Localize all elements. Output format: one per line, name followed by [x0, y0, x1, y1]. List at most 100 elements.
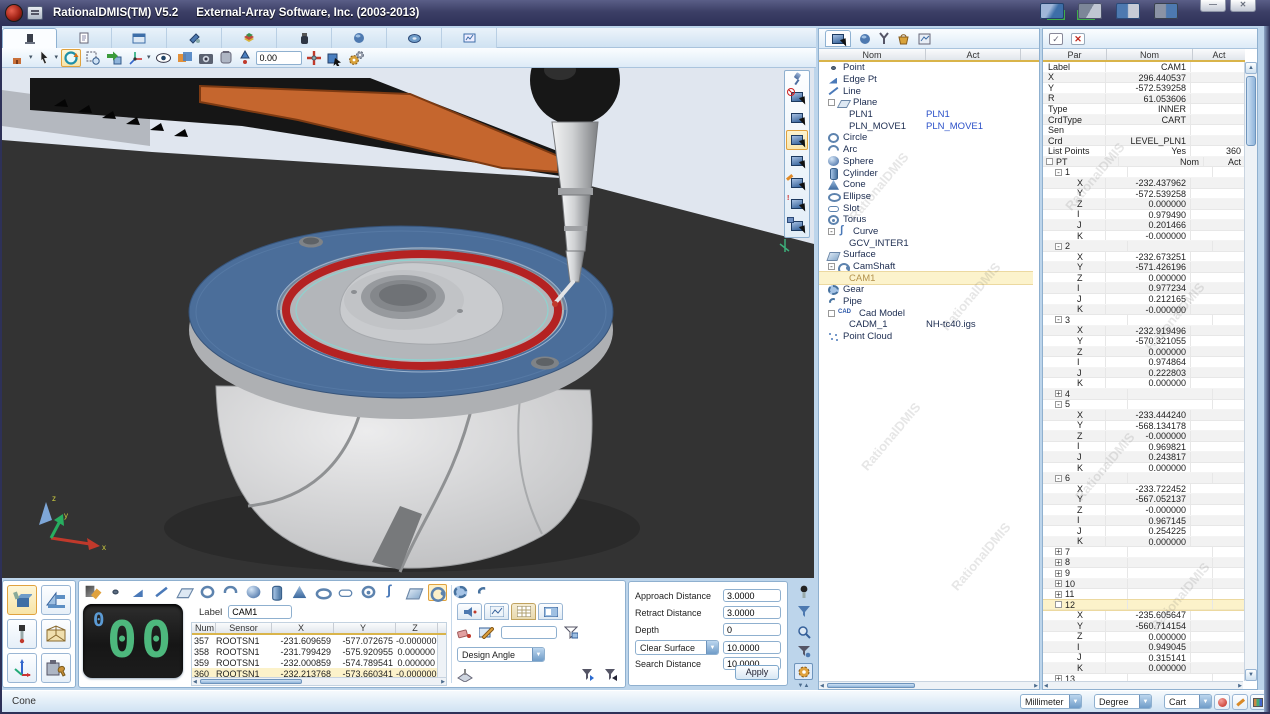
tab-disc[interactable] — [387, 28, 442, 48]
scroll-right-icon[interactable]: ▶ — [1238, 683, 1242, 689]
render-mode-button[interactable] — [176, 49, 194, 67]
property-row[interactable]: I 0.967145 — [1043, 516, 1245, 527]
depth-input[interactable] — [723, 623, 781, 636]
apply-button[interactable]: Apply — [735, 665, 779, 680]
scroll-thumb[interactable] — [1246, 76, 1256, 146]
point-expander[interactable]: - — [1055, 243, 1062, 250]
angle-unit-select[interactable]: Degree ▼ — [1094, 694, 1152, 709]
points-hscrollbar[interactable]: ◀▶ — [192, 677, 446, 685]
home-dropdown-caret[interactable]: ▾ — [29, 49, 33, 67]
tree-item[interactable]: Sphere — [819, 156, 1033, 168]
tree-item[interactable]: CAM1 — [819, 272, 1033, 284]
scroll-right-icon[interactable]: ▶ — [441, 679, 445, 685]
property-row[interactable]: 12 — [1043, 600, 1245, 611]
property-row[interactable]: + 9 — [1043, 568, 1245, 579]
tab-sensor[interactable] — [222, 28, 277, 48]
settings-button[interactable] — [794, 663, 813, 680]
import-model-button[interactable] — [105, 49, 123, 67]
point-expander[interactable]: - — [1055, 169, 1062, 176]
property-row[interactable]: J 0.222803 — [1043, 368, 1245, 379]
scroll-left-icon[interactable]: ◀ — [820, 683, 824, 689]
property-row[interactable]: + 13 — [1043, 674, 1245, 681]
property-row[interactable]: PT Nom Act — [1043, 157, 1245, 168]
probe-mode-active-button[interactable] — [786, 130, 808, 151]
snapshot-button[interactable] — [197, 49, 215, 67]
tree-item[interactable]: Ellipse — [819, 191, 1033, 203]
point-filter-input[interactable] — [501, 626, 557, 639]
line-button[interactable] — [152, 584, 171, 601]
point-row[interactable]: 359 ROOTSN1 -232.000859 -574.789541 0.00… — [192, 657, 446, 668]
col-y[interactable]: Y — [334, 623, 396, 633]
property-row[interactable]: Y -572.539258 — [1043, 189, 1245, 200]
property-row[interactable]: List Points Yes 360 — [1043, 146, 1245, 157]
cad-sheet-icon[interactable] — [918, 33, 931, 45]
scroll-thumb[interactable] — [200, 679, 302, 684]
tree-expander[interactable] — [828, 99, 835, 106]
tree-expander[interactable] — [828, 310, 835, 317]
circle-button[interactable] — [198, 584, 217, 601]
property-row[interactable]: I 0.979490 — [1043, 210, 1245, 221]
coordinate-system-button[interactable] — [7, 653, 37, 683]
machine-axis-button[interactable] — [126, 49, 144, 67]
props-col-par[interactable]: Par — [1043, 49, 1107, 60]
property-row[interactable]: K 0.000000 — [1043, 537, 1245, 548]
props-hscrollbar[interactable]: ◀▶ — [1043, 681, 1243, 689]
torus-button[interactable] — [359, 584, 378, 601]
edit-table-icon[interactable] — [479, 627, 494, 639]
tree-item[interactable]: Cone — [819, 179, 1033, 191]
property-row[interactable]: - 5 — [1043, 400, 1245, 411]
property-row[interactable]: Y -572.539258 — [1043, 83, 1245, 94]
dropdown-icon[interactable]: ▼ — [1199, 695, 1211, 708]
probe-head-button[interactable] — [794, 583, 813, 600]
stock-box-button[interactable] — [41, 619, 71, 649]
view-eye-button[interactable] — [154, 49, 173, 67]
property-row[interactable]: J 0.201466 — [1043, 220, 1245, 231]
magnify-button[interactable] — [794, 623, 813, 640]
cone-button[interactable] — [290, 584, 309, 601]
tab-report[interactable] — [442, 28, 497, 48]
device-connect-icon[interactable] — [1154, 3, 1178, 19]
property-row[interactable]: I 0.969821 — [1043, 442, 1245, 453]
props-col-nom[interactable]: Nom — [1107, 49, 1193, 60]
tree-item[interactable]: Line — [819, 85, 1033, 97]
props-vscrollbar[interactable]: ▲ ▼ — [1244, 62, 1257, 681]
ellipse-button[interactable] — [313, 584, 332, 601]
point-expander[interactable] — [1046, 158, 1053, 165]
sphere-filter-icon[interactable] — [859, 33, 871, 45]
property-row[interactable]: K -0.000000 — [1043, 305, 1245, 316]
tab-point-list[interactable] — [511, 603, 536, 620]
property-row[interactable]: Y -567.052137 — [1043, 494, 1245, 505]
probe-mode-alert-button[interactable]: ! — [786, 194, 808, 214]
property-row[interactable]: Crd LEVEL_PLN1 — [1043, 136, 1245, 147]
property-row[interactable]: X -232.437962 — [1043, 178, 1245, 189]
settings-gears-button[interactable] — [347, 49, 366, 67]
property-row[interactable]: + 8 — [1043, 558, 1245, 569]
zoom-window-button[interactable] — [84, 49, 102, 67]
pick-element-button[interactable] — [326, 49, 344, 67]
tree-expander[interactable]: - — [828, 228, 835, 235]
property-row[interactable]: R 61.053606 — [1043, 94, 1245, 105]
retract-distance-input[interactable] — [723, 606, 781, 619]
tree-item[interactable]: Cylinder — [819, 167, 1033, 179]
viewport-3d[interactable]: x y z — [2, 68, 814, 578]
property-row[interactable]: Z 0.000000 — [1043, 632, 1245, 643]
tree-item[interactable]: Pipe — [819, 296, 1033, 308]
property-row[interactable]: - 6 — [1043, 473, 1245, 484]
label-input[interactable] — [228, 605, 292, 619]
rotate-view-button[interactable] — [61, 49, 81, 67]
point-button[interactable] — [106, 584, 125, 601]
camshaft-button[interactable] — [428, 584, 447, 601]
probe-plane-icon[interactable] — [457, 669, 473, 682]
property-row[interactable]: CrdType CART — [1043, 115, 1245, 126]
align-clamp-button[interactable] — [41, 585, 71, 615]
tab-sphere[interactable] — [332, 28, 387, 48]
property-row[interactable]: + 4 — [1043, 389, 1245, 400]
tree-expander[interactable]: - — [828, 263, 835, 270]
tree-col-act[interactable]: Act — [926, 49, 1021, 60]
dropdown-icon[interactable]: ▼ — [1069, 695, 1081, 708]
delete-feature-icon[interactable]: ✕ — [1071, 33, 1085, 45]
property-row[interactable]: K 0.000000 — [1043, 463, 1245, 474]
tab-graph[interactable] — [484, 603, 509, 620]
property-row[interactable]: Y -560.714154 — [1043, 621, 1245, 632]
scroll-right-icon[interactable]: ▶ — [1034, 683, 1038, 689]
